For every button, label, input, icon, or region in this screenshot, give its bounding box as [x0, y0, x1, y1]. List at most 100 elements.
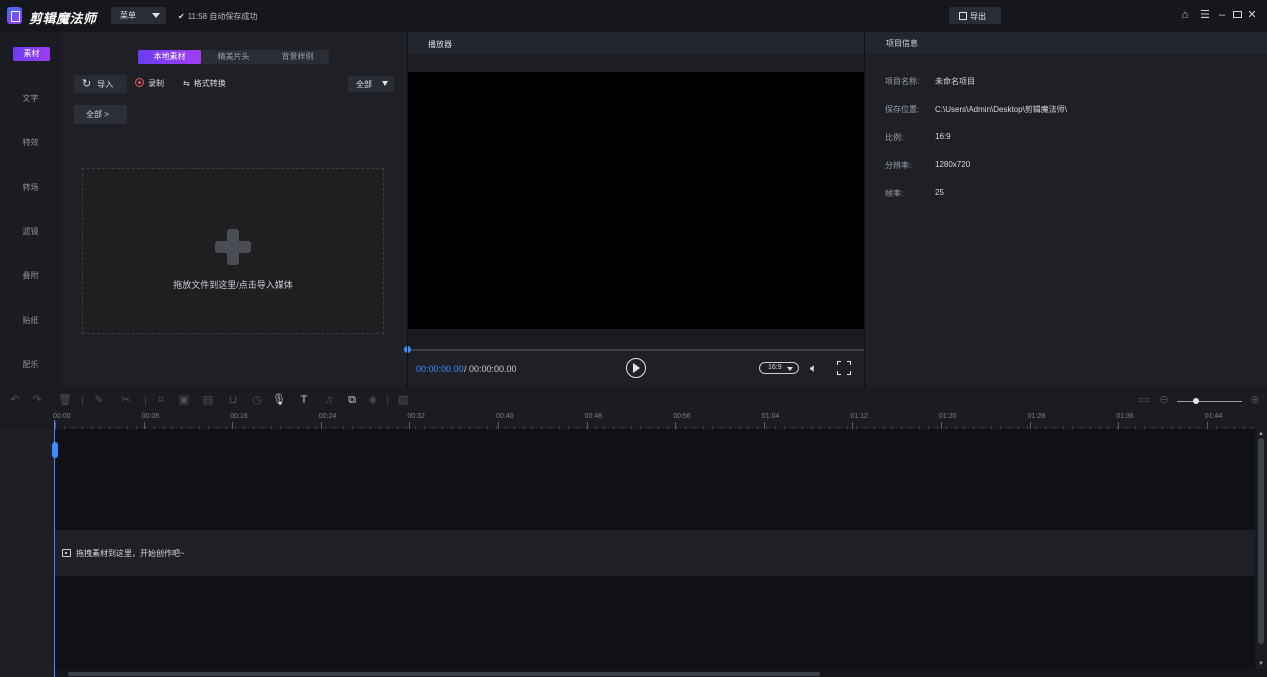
copy-icon[interactable]: ⧉ [345, 393, 359, 407]
player-subheader [408, 54, 864, 72]
panel-divider[interactable] [407, 32, 408, 388]
tab-local-material[interactable]: 本地素材 [138, 50, 201, 64]
rail-item-stickers[interactable]: 贴纸 [0, 315, 61, 326]
panel-divider[interactable] [864, 32, 865, 388]
category-rail [0, 32, 61, 388]
tab-intro-templates[interactable]: 精美片头 [202, 50, 265, 64]
rail-item-transitions[interactable]: 转场 [0, 182, 61, 193]
home-icon[interactable]: ⌂ [1179, 9, 1191, 21]
volume-icon[interactable]: 🔈︎ [810, 361, 826, 375]
rail-item-text[interactable]: 文字 [0, 93, 61, 104]
zoom-out-icon[interactable]: ⊖ [1157, 393, 1171, 407]
menu-dropdown[interactable]: 菜单 [111, 7, 166, 24]
scroll-down-icon[interactable]: ▼ [1258, 661, 1264, 667]
rail-item-filters[interactable]: 滤镜 [0, 226, 61, 237]
ruler-tick [763, 422, 765, 429]
autosave-text: 11:58 自动保存成功 [187, 12, 258, 21]
export-button[interactable]: 导出 [949, 7, 1001, 24]
video-preview[interactable] [408, 72, 864, 329]
ruler-tick [409, 422, 411, 429]
record-button[interactable]: 录制 [135, 75, 164, 93]
subtitle-icon[interactable]: ⊔ [226, 393, 240, 407]
fullscreen-icon[interactable] [837, 361, 851, 375]
delete-icon[interactable]: 🗑︎ [58, 393, 72, 407]
rail-item-material[interactable]: 素材 [13, 47, 50, 61]
rail-item-music[interactable]: 配乐 [0, 359, 61, 370]
project-name-label: 项目名称: [885, 77, 920, 86]
minimize-icon[interactable]: – [1216, 9, 1228, 21]
app-logo-icon [7, 7, 22, 24]
play-button[interactable] [626, 358, 646, 378]
fit-timeline-icon[interactable]: ▭ [1137, 393, 1151, 407]
toolbar-separator [387, 396, 388, 405]
record-label: 录制 [148, 79, 164, 88]
ruler-tick-label: 00:32 [407, 413, 425, 420]
playhead-line[interactable] [54, 420, 55, 677]
zoom-slider-handle[interactable] [1193, 398, 1199, 404]
main-track-hint-text: 拖拽素材到这里，开始创作吧~ [76, 549, 185, 558]
format-convert-label: 格式转换 [193, 79, 226, 88]
ruler-tick-label: 01:28 [1027, 413, 1046, 420]
caret-down-icon [152, 13, 160, 18]
keyframe-icon[interactable]: ◈ [366, 393, 380, 407]
split-icon[interactable]: ✂ [119, 393, 133, 407]
track-headers [0, 429, 54, 677]
current-time: 00:00:00.00 [416, 364, 464, 374]
close-icon[interactable]: ✕ [1246, 9, 1258, 21]
ruler-tick [232, 422, 234, 429]
ruler-tick [55, 422, 56, 429]
ruler-tick-label: 00:00 [53, 413, 71, 420]
freeze-frame-icon[interactable]: ▤ [201, 393, 215, 407]
mosaic-icon[interactable]: ▣ [177, 393, 191, 407]
rail-item-overlay[interactable]: 叠附 [0, 270, 61, 281]
progress-track[interactable] [408, 349, 864, 351]
audio-extract-icon[interactable]: ♫ [322, 393, 336, 407]
playhead-handle[interactable] [52, 442, 58, 458]
media-filter-dropdown[interactable]: 全部 [348, 76, 394, 92]
aspect-ratio-dropdown[interactable]: 16:9 [759, 362, 799, 374]
audio-track[interactable] [55, 576, 1255, 669]
timeline-vertical-scroll-thumb[interactable] [1258, 438, 1264, 644]
player-header [408, 32, 864, 54]
save-location-label: 保存位置: [885, 105, 920, 114]
autosave-status: ✔ 11:58 自动保存成功 [178, 11, 257, 22]
convert-icon: ⇆ [183, 79, 190, 88]
ruler-tick [852, 422, 854, 429]
toolbar-separator [82, 396, 83, 405]
ratio-label: 比例: [885, 133, 904, 142]
caret-down-icon [787, 367, 793, 371]
ruler-tick [143, 422, 145, 429]
ruler-tick [1206, 422, 1208, 429]
format-convert-button[interactable]: ⇆ 格式转换 [183, 75, 226, 93]
speed-icon[interactable]: ◷ [250, 393, 264, 407]
ruler-tick [941, 422, 942, 429]
project-info-header [865, 32, 1267, 54]
ruler-tick [586, 422, 588, 429]
ruler-tick-label: 01:44 [1204, 413, 1223, 420]
folder-chip[interactable]: 全部 > [74, 105, 127, 124]
edit-icon[interactable]: ✎ [92, 393, 106, 407]
scroll-up-icon[interactable]: ▲ [1258, 431, 1264, 437]
snapshot-icon[interactable]: ▧ [396, 393, 410, 407]
framerate-label: 帧率: [885, 189, 904, 198]
crop-icon[interactable]: ⌗ [154, 393, 168, 407]
zoom-in-icon[interactable]: ⊕ [1248, 393, 1262, 407]
ruler-tick-label: 00:08 [141, 413, 160, 420]
main-track[interactable] [55, 530, 1255, 576]
ruler-tick-label: 00:16 [230, 413, 248, 420]
rail-item-effects[interactable]: 特效 [0, 137, 61, 148]
hamburger-menu-icon[interactable]: ☰ [1199, 9, 1211, 21]
overlay-track[interactable] [55, 429, 1255, 530]
undo-icon[interactable]: ↶ [8, 393, 22, 407]
tab-background-samples[interactable]: 背景样例 [266, 50, 329, 64]
import-button[interactable]: ↻ 导入 [74, 75, 127, 93]
redo-icon[interactable]: ↷ [30, 393, 44, 407]
ruler-tick-label: 00:56 [673, 413, 691, 420]
check-icon: ✔ [178, 12, 185, 21]
restore-icon[interactable] [1231, 9, 1243, 21]
zoom-slider-track[interactable] [1177, 401, 1242, 402]
text-to-speech-icon[interactable]: T [297, 393, 311, 407]
microphone-icon[interactable]: 🎙︎ [272, 393, 286, 407]
toolbar-separator [145, 396, 146, 405]
timeline-horizontal-scroll-thumb[interactable] [68, 672, 820, 676]
